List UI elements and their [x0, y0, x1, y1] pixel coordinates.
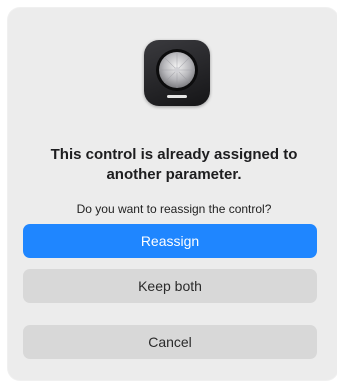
dialog-title: This control is already assigned to anot… — [50, 146, 298, 183]
logic-pro-app-icon — [144, 40, 210, 106]
dialog-message: Do you want to reassign the control? — [76, 202, 272, 216]
cancel-button[interactable]: Cancel — [23, 325, 317, 359]
reassign-button[interactable]: Reassign — [23, 224, 317, 258]
keep-both-button[interactable]: Keep both — [23, 269, 317, 303]
